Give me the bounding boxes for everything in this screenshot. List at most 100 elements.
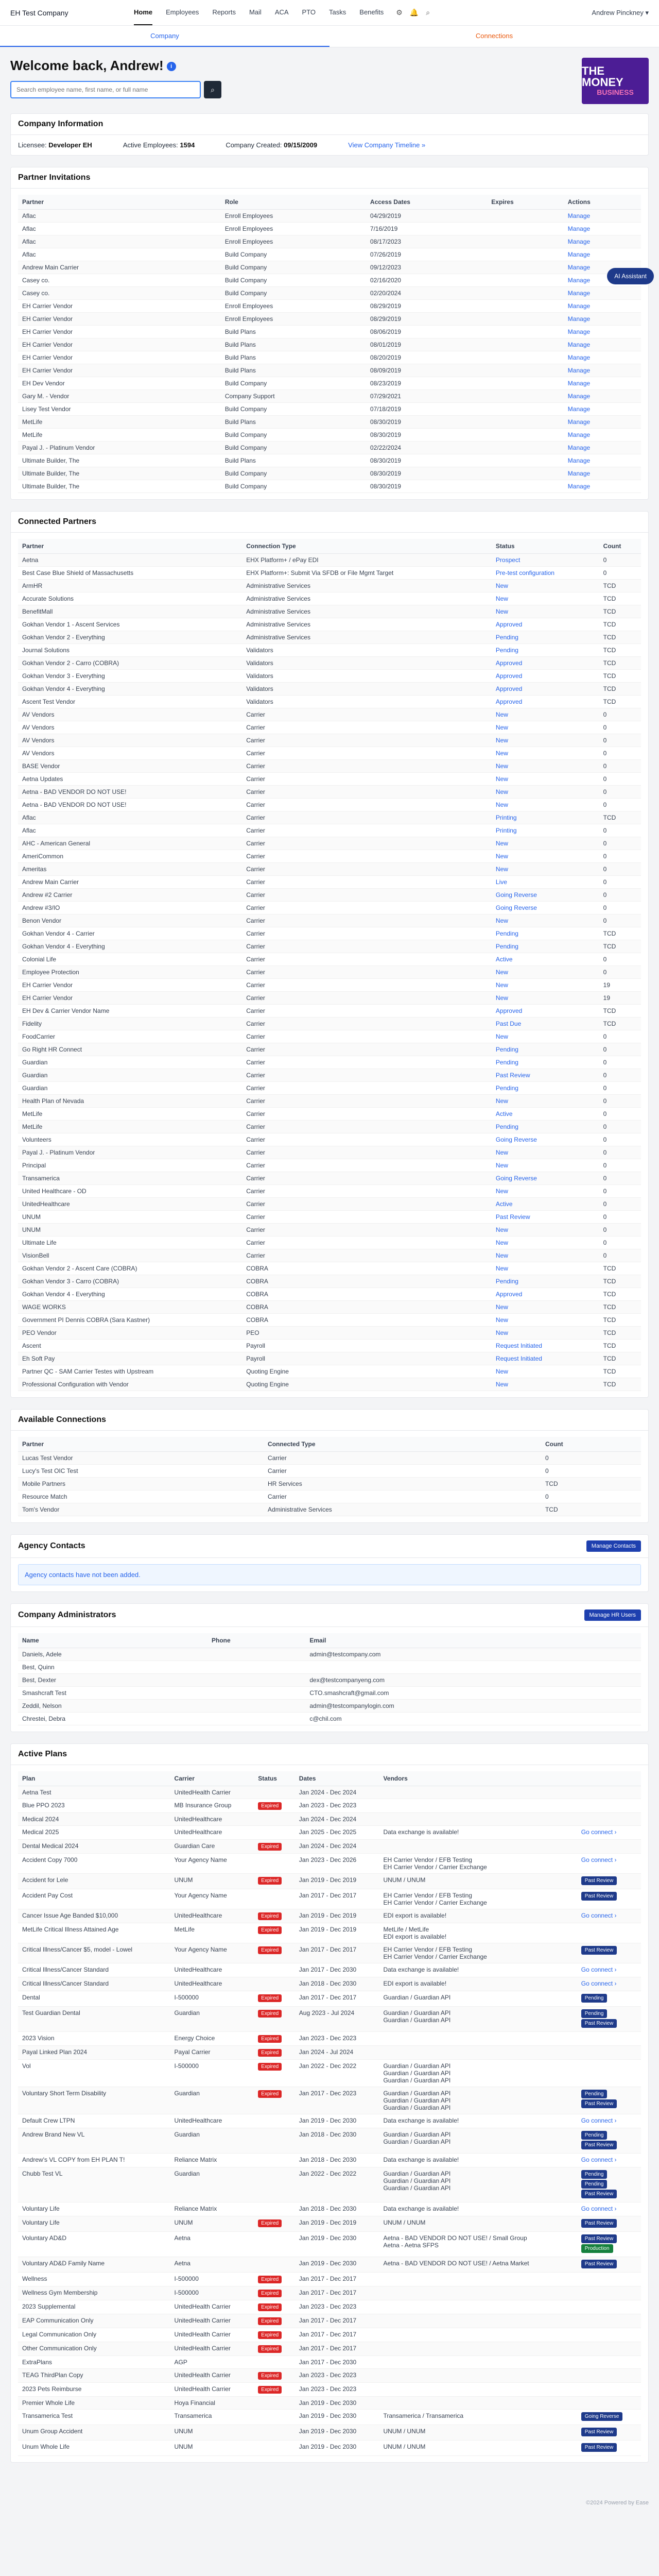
- action-pill[interactable]: Production: [581, 2244, 613, 2253]
- row-link[interactable]: New: [496, 1226, 508, 1233]
- row-link[interactable]: Past Due: [496, 1020, 521, 1027]
- go-connect-link[interactable]: Go connect ›: [581, 1912, 617, 1919]
- row-link[interactable]: New: [496, 969, 508, 976]
- row-link[interactable]: New: [496, 1097, 508, 1105]
- tab-connections[interactable]: Connections: [330, 26, 659, 47]
- row-link[interactable]: New: [496, 1329, 508, 1336]
- go-connect-link[interactable]: Go connect ›: [581, 2156, 617, 2163]
- action-pill[interactable]: Past Review: [581, 2141, 617, 2149]
- row-link[interactable]: Pending: [496, 1278, 518, 1285]
- action-pill[interactable]: Past Review: [581, 2019, 617, 2028]
- row-link[interactable]: Manage: [568, 251, 590, 258]
- action-pill[interactable]: Past Review: [581, 1892, 617, 1901]
- action-pill[interactable]: Pending: [581, 2090, 608, 2098]
- row-link[interactable]: New: [496, 853, 508, 860]
- row-link[interactable]: Pre-test configuration: [496, 569, 554, 577]
- row-link[interactable]: Approved: [496, 1007, 522, 1014]
- action-pill[interactable]: Past Review: [581, 2234, 617, 2243]
- row-link[interactable]: New: [496, 1149, 508, 1156]
- row-link[interactable]: Manage: [568, 405, 590, 413]
- go-connect-link[interactable]: Go connect ›: [581, 1828, 617, 1836]
- row-link[interactable]: Going Reverse: [496, 891, 537, 899]
- row-link[interactable]: Manage: [568, 328, 590, 335]
- row-link[interactable]: New: [496, 788, 508, 795]
- company-timeline-link[interactable]: View Company Timeline »: [348, 141, 425, 149]
- row-link[interactable]: Manage: [568, 444, 590, 451]
- row-link[interactable]: Going Reverse: [496, 1175, 537, 1182]
- row-link[interactable]: New: [496, 1303, 508, 1311]
- row-link[interactable]: Approved: [496, 685, 522, 692]
- action-pill[interactable]: Past Review: [581, 1876, 617, 1885]
- row-link[interactable]: Manage: [568, 277, 590, 284]
- row-link[interactable]: Manage: [568, 431, 590, 438]
- action-pill[interactable]: Pending: [581, 2170, 608, 2179]
- row-link[interactable]: Active: [496, 1200, 513, 1208]
- action-pill[interactable]: Past Review: [581, 1946, 617, 1955]
- row-link[interactable]: New: [496, 1252, 508, 1259]
- row-link[interactable]: New: [496, 750, 508, 757]
- nav-aca[interactable]: ACA: [275, 0, 289, 25]
- row-link[interactable]: Manage: [568, 380, 590, 387]
- row-link[interactable]: Manage: [568, 302, 590, 310]
- row-link[interactable]: New: [496, 1265, 508, 1272]
- row-link[interactable]: Going Reverse: [496, 1136, 537, 1143]
- row-link[interactable]: New: [496, 724, 508, 731]
- manage-contacts-button[interactable]: Manage Contacts: [586, 1540, 641, 1552]
- row-link[interactable]: Live: [496, 878, 507, 886]
- search-button[interactable]: ⌕: [204, 81, 221, 98]
- bell-icon[interactable]: 🔔: [410, 8, 419, 17]
- row-link[interactable]: New: [496, 1316, 508, 1324]
- row-link[interactable]: Manage: [568, 225, 590, 232]
- row-link[interactable]: New: [496, 801, 508, 808]
- row-link[interactable]: Pending: [496, 1059, 518, 1066]
- row-link[interactable]: New: [496, 981, 508, 989]
- row-link[interactable]: New: [496, 917, 508, 924]
- row-link[interactable]: New: [496, 595, 508, 602]
- row-link[interactable]: New: [496, 1368, 508, 1375]
- row-link[interactable]: Approved: [496, 672, 522, 680]
- row-link[interactable]: Manage: [568, 290, 590, 297]
- row-link[interactable]: Going Reverse: [496, 904, 537, 911]
- row-link[interactable]: Approved: [496, 1291, 522, 1298]
- go-connect-link[interactable]: Go connect ›: [581, 2205, 617, 2212]
- row-link[interactable]: Printing: [496, 814, 517, 821]
- row-link[interactable]: New: [496, 994, 508, 1002]
- nav-benefits[interactable]: Benefits: [359, 0, 384, 25]
- go-connect-link[interactable]: Go connect ›: [581, 2117, 617, 2124]
- ai-assistant-button[interactable]: AI Assistant: [607, 268, 654, 284]
- row-link[interactable]: Manage: [568, 341, 590, 348]
- nav-tasks[interactable]: Tasks: [329, 0, 346, 25]
- action-pill[interactable]: Pending: [581, 2180, 608, 2189]
- row-link[interactable]: Active: [496, 956, 513, 963]
- go-connect-link[interactable]: Go connect ›: [581, 1856, 617, 1863]
- row-link[interactable]: Manage: [568, 470, 590, 477]
- go-connect-link[interactable]: Go connect ›: [581, 1980, 617, 1987]
- row-link[interactable]: New: [496, 1381, 508, 1388]
- row-link[interactable]: Manage: [568, 315, 590, 323]
- row-link[interactable]: Pending: [496, 647, 518, 654]
- search-input[interactable]: [10, 81, 201, 98]
- row-link[interactable]: Request Initiated: [496, 1355, 542, 1362]
- row-link[interactable]: Manage: [568, 418, 590, 426]
- row-link[interactable]: New: [496, 775, 508, 783]
- row-link[interactable]: New: [496, 737, 508, 744]
- row-link[interactable]: New: [496, 1162, 508, 1169]
- row-link[interactable]: Pending: [496, 1084, 518, 1092]
- action-pill[interactable]: Past Review: [581, 2219, 617, 2228]
- manage-hr-users-button[interactable]: Manage HR Users: [584, 1609, 641, 1621]
- row-link[interactable]: Manage: [568, 367, 590, 374]
- row-link[interactable]: Approved: [496, 621, 522, 628]
- row-link[interactable]: New: [496, 582, 508, 589]
- row-link[interactable]: Pending: [496, 930, 518, 937]
- action-pill[interactable]: Past Review: [581, 2190, 617, 2198]
- settings-icon[interactable]: ⚙: [396, 8, 403, 17]
- row-link[interactable]: New: [496, 1188, 508, 1195]
- action-pill[interactable]: Pending: [581, 2009, 608, 2018]
- action-pill[interactable]: Pending: [581, 2131, 608, 2140]
- nav-home[interactable]: Home: [134, 0, 153, 25]
- row-link[interactable]: New: [496, 711, 508, 718]
- row-link[interactable]: New: [496, 1033, 508, 1040]
- row-link[interactable]: Pending: [496, 634, 518, 641]
- user-menu[interactable]: Andrew Pinckney ▾: [592, 9, 649, 17]
- row-link[interactable]: Active: [496, 1110, 513, 1117]
